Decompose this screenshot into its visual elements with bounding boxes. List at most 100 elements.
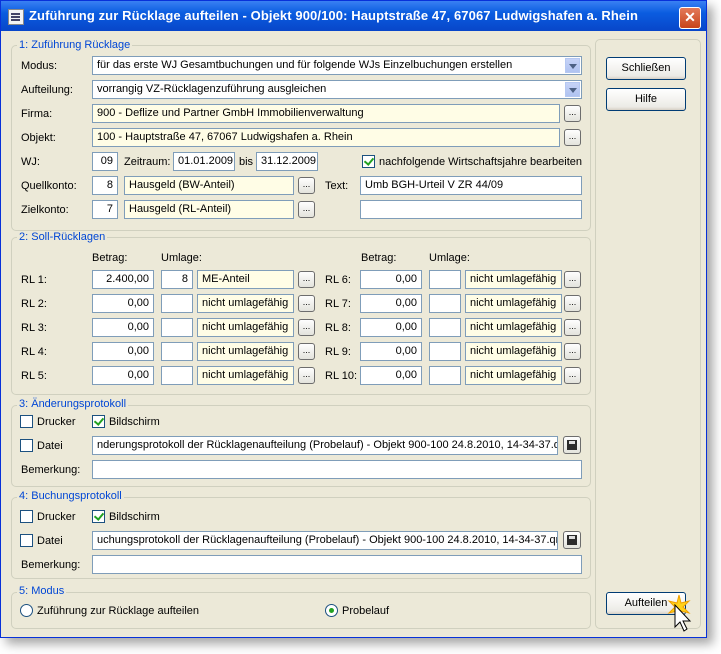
save-icon[interactable] (563, 531, 581, 549)
zufuehrung-aufteilen-label: Zuführung zur Rücklage aufteilen (37, 605, 200, 617)
rl-6-umlage-nr-field[interactable] (429, 270, 461, 289)
zielkonto-name-field[interactable]: Hausgeld (RL-Anteil) (124, 200, 294, 219)
bildschirm-label-3: Bildschirm (109, 416, 160, 428)
datei-path-field-3[interactable]: nderungsprotokoll der Rücklagenaufteilun… (92, 436, 558, 455)
close-button[interactable]: ✕ (679, 7, 701, 29)
drucker-label-3: Drucker (37, 416, 76, 428)
quellkonto-name-field[interactable]: Hausgeld (BW-Anteil) (124, 176, 294, 195)
rl-1-umlage-nr-field[interactable]: 8 (161, 270, 193, 289)
wj-field[interactable]: 09 (92, 152, 118, 171)
probelauf-label: Probelauf (342, 605, 390, 617)
drucker-checkbox-3[interactable] (20, 415, 33, 428)
datei-label-3: Datei (37, 440, 63, 452)
zielkonto-browse-button[interactable]: ... (298, 201, 315, 218)
rl-5-umlage-nr-field[interactable] (161, 366, 193, 385)
bildschirm-checkbox-3[interactable] (92, 415, 105, 428)
rl-9-browse-button[interactable]: ... (564, 343, 581, 360)
rl-1-umlage-text-field[interactable]: ME-Anteil (197, 270, 294, 289)
bildschirm-label-4: Bildschirm (109, 511, 160, 523)
rl-4-browse-button[interactable]: ... (298, 343, 315, 360)
modus-select[interactable]: für das erste WJ Gesamtbuchungen und für… (92, 56, 582, 75)
radio-zufuehrung-aufteilen[interactable] (20, 604, 33, 617)
firma-field[interactable]: 900 - Deflize und Partner GmbH Immobilie… (92, 104, 560, 123)
betrag-header-right: Betrag: (361, 252, 397, 264)
bemerkung-field-4[interactable] (92, 555, 582, 574)
betrag-header-left: Betrag: (92, 252, 128, 264)
section-1-title: 1: Zuführung Rücklage (17, 39, 133, 51)
radio-probelauf[interactable] (325, 604, 338, 617)
aufteilung-select[interactable]: vorrangig VZ-Rücklagenzuführung ausgleic… (92, 80, 582, 99)
aufteilung-label: Aufteilung: (21, 84, 73, 96)
firma-label: Firma: (21, 108, 53, 120)
datei-path-field-4[interactable]: uchungsprotokoll der Rücklagenaufteilung… (92, 531, 558, 550)
rl-5-betrag-field[interactable]: 0,00 (92, 366, 154, 385)
rl-7-betrag-field[interactable]: 0,00 (360, 294, 422, 313)
section-4-title: 4: Buchungsprotokoll (17, 490, 124, 502)
rl-1-browse-button[interactable]: ... (298, 271, 315, 288)
quellkonto-browse-button[interactable]: ... (298, 177, 315, 194)
rl-8-umlage-text-field[interactable]: nicht umlagefähig (465, 318, 562, 337)
rl-1-betrag-field[interactable]: 2.400,00 (92, 270, 154, 289)
firma-browse-button[interactable]: ... (564, 105, 581, 122)
title-bar[interactable]: Zuführung zur Rücklage aufteilen - Objek… (1, 1, 706, 31)
rl-3-browse-button[interactable]: ... (298, 319, 315, 336)
datei-checkbox-4[interactable] (20, 534, 33, 547)
rl-10-umlage-text-field[interactable]: nicht umlagefähig (465, 366, 562, 385)
rl-3-betrag-field[interactable]: 0,00 (92, 318, 154, 337)
objekt-browse-button[interactable]: ... (564, 129, 581, 146)
window-title: Zuführung zur Rücklage aufteilen - Objek… (29, 8, 638, 23)
section-3-title: 3: Änderungsprotokoll (17, 398, 129, 410)
rl-10-umlage-nr-field[interactable] (429, 366, 461, 385)
rl-7-umlage-nr-field[interactable] (429, 294, 461, 313)
zeitraum-from-field[interactable]: 01.01.2009 (173, 152, 235, 171)
text-field-2[interactable] (360, 200, 582, 219)
rl-8-umlage-nr-field[interactable] (429, 318, 461, 337)
rl-6-label: RL 6: (325, 274, 351, 286)
chevron-down-icon[interactable] (565, 82, 580, 97)
rl-6-betrag-field[interactable]: 0,00 (360, 270, 422, 289)
rl-5-browse-button[interactable]: ... (298, 367, 315, 384)
text-field[interactable]: Umb BGH-Urteil V ZR 44/09 (360, 176, 582, 195)
rl-3-umlage-text-field[interactable]: nicht umlagefähig (197, 318, 294, 337)
rl-7-umlage-text-field[interactable]: nicht umlagefähig (465, 294, 562, 313)
section-5-title: 5: Modus (17, 585, 67, 597)
rl-6-umlage-text-field[interactable]: nicht umlagefähig (465, 270, 562, 289)
save-icon[interactable] (563, 436, 581, 454)
zeitraum-to-field[interactable]: 31.12.2009 (256, 152, 318, 171)
rl-2-browse-button[interactable]: ... (298, 295, 315, 312)
drucker-label-4: Drucker (37, 511, 76, 523)
rl-8-betrag-field[interactable]: 0,00 (360, 318, 422, 337)
rl-2-umlage-text-field[interactable]: nicht umlagefähig (197, 294, 294, 313)
quellkonto-nr-field[interactable]: 8 (92, 176, 118, 195)
rl-7-browse-button[interactable]: ... (564, 295, 581, 312)
schliessen-button[interactable]: Schließen (606, 57, 686, 80)
rl-4-betrag-field[interactable]: 0,00 (92, 342, 154, 361)
hilfe-button[interactable]: Hilfe (606, 88, 686, 111)
datei-checkbox-3[interactable] (20, 439, 33, 452)
rl-10-browse-button[interactable]: ... (564, 367, 581, 384)
rl-9-umlage-text-field[interactable]: nicht umlagefähig (465, 342, 562, 361)
zielkonto-nr-field[interactable]: 7 (92, 200, 118, 219)
rl-3-umlage-nr-field[interactable] (161, 318, 193, 337)
modus-value: für das erste WJ Gesamtbuchungen und für… (97, 59, 513, 71)
rl-4-umlage-text-field[interactable]: nicht umlagefähig (197, 342, 294, 361)
button-panel (595, 39, 701, 629)
bemerkung-field-3[interactable] (92, 460, 582, 479)
umlage-header-left: Umlage: (161, 252, 202, 264)
rl-4-umlage-nr-field[interactable] (161, 342, 193, 361)
rl-10-betrag-field[interactable]: 0,00 (360, 366, 422, 385)
section-2-title: 2: Soll-Rücklagen (17, 231, 108, 243)
rl-8-browse-button[interactable]: ... (564, 319, 581, 336)
rl-2-umlage-nr-field[interactable] (161, 294, 193, 313)
zielkonto-label: Zielkonto: (21, 204, 69, 216)
bildschirm-checkbox-4[interactable] (92, 510, 105, 523)
nachfolgende-checkbox[interactable] (362, 155, 375, 168)
rl-9-betrag-field[interactable]: 0,00 (360, 342, 422, 361)
rl-2-betrag-field[interactable]: 0,00 (92, 294, 154, 313)
chevron-down-icon[interactable] (565, 58, 580, 73)
objekt-field[interactable]: 100 - Hauptstraße 47, 67067 Ludwigshafen… (92, 128, 560, 147)
rl-9-umlage-nr-field[interactable] (429, 342, 461, 361)
drucker-checkbox-4[interactable] (20, 510, 33, 523)
rl-6-browse-button[interactable]: ... (564, 271, 581, 288)
rl-5-umlage-text-field[interactable]: nicht umlagefähig (197, 366, 294, 385)
